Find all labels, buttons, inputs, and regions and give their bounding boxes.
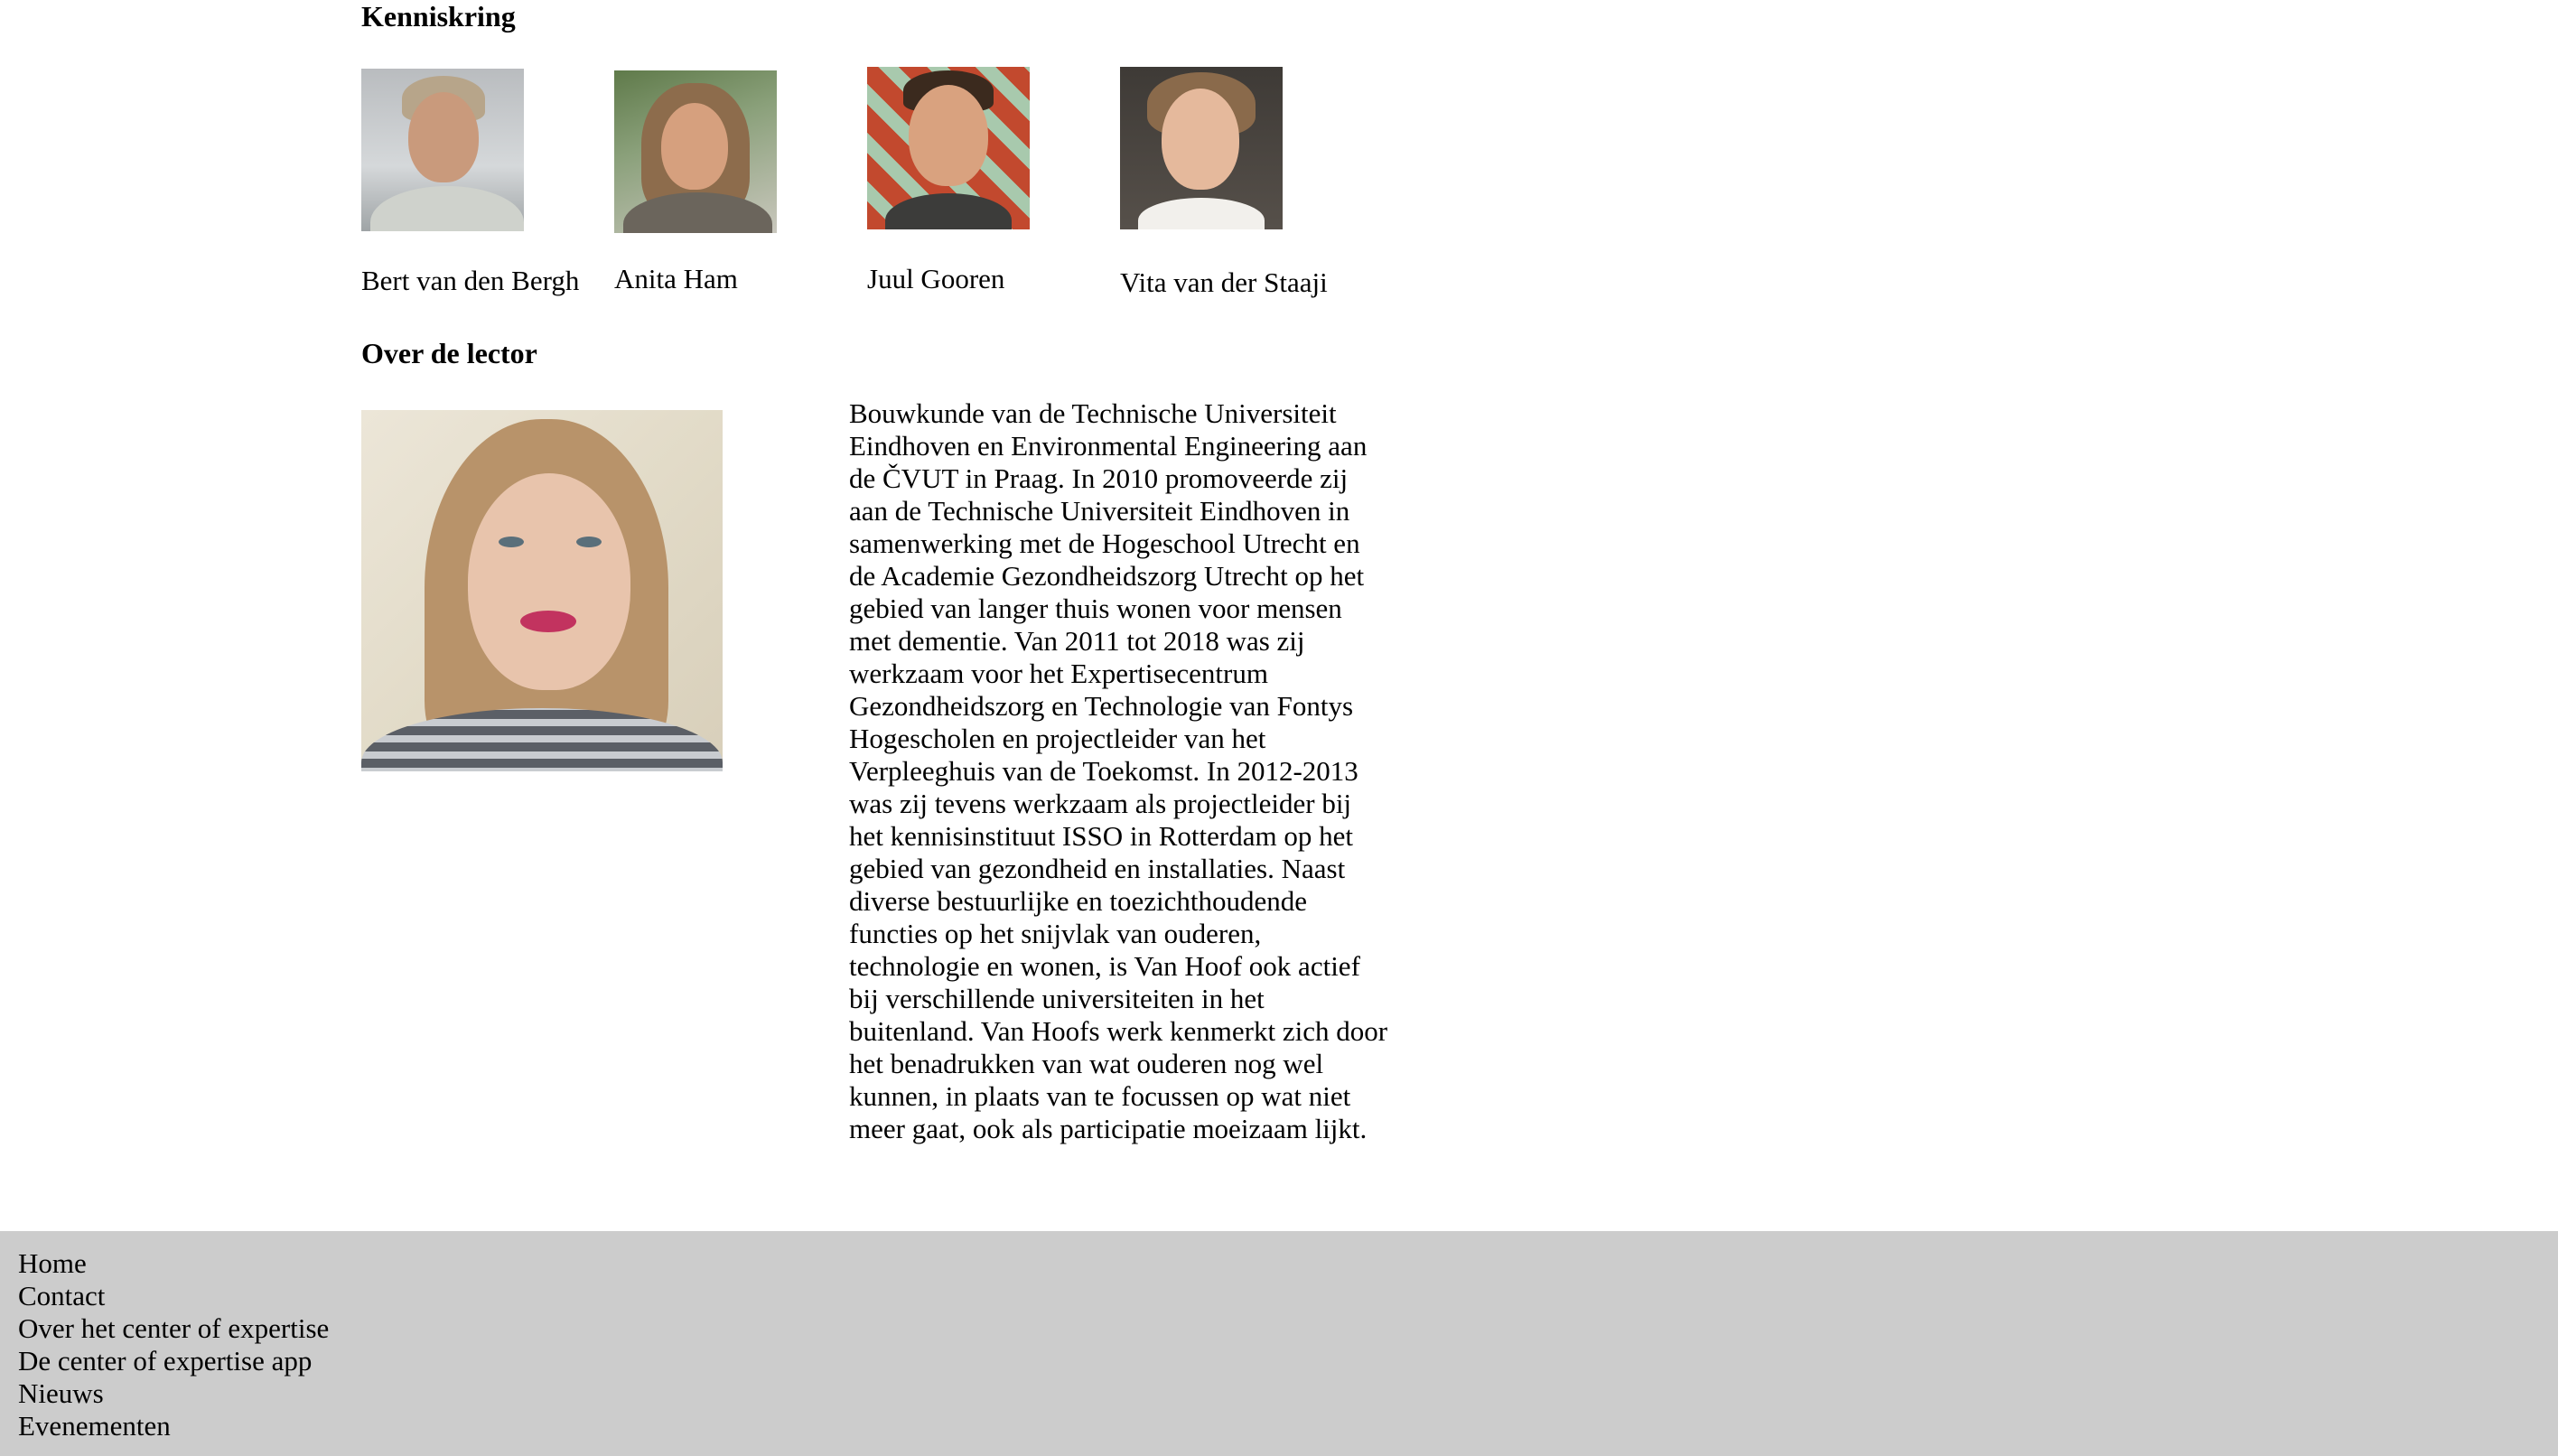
member-name: Anita Ham bbox=[614, 263, 738, 294]
member-card: Anita Ham bbox=[614, 70, 777, 294]
lector-photo bbox=[361, 410, 723, 771]
member-photo bbox=[614, 70, 777, 233]
member-card: Bert van den Bergh bbox=[361, 69, 579, 296]
member-photo bbox=[867, 67, 1030, 229]
member-name: Juul Gooren bbox=[867, 263, 1005, 294]
footer-link-over[interactable]: Over het center of expertise bbox=[18, 1312, 2558, 1345]
footer-link-home[interactable]: Home bbox=[18, 1247, 2558, 1280]
footer-link-evenementen[interactable]: Evenementen bbox=[18, 1410, 2558, 1442]
page: Kenniskring Bert van den Bergh Anita Ham… bbox=[0, 0, 2558, 1456]
lector-bio: Bouwkunde van de Technische Universiteit… bbox=[849, 397, 1388, 1144]
footer: Home Contact Over het center of expertis… bbox=[0, 1231, 2558, 1456]
member-photo bbox=[1120, 67, 1283, 229]
member-name: Vita van der Staaji bbox=[1120, 266, 1328, 298]
footer-link-app[interactable]: De center of expertise app bbox=[18, 1345, 2558, 1377]
kenniskring-heading: Kenniskring bbox=[361, 0, 516, 33]
member-name: Bert van den Bergh bbox=[361, 265, 580, 296]
member-card: Vita van der Staaji bbox=[1120, 67, 1328, 298]
footer-link-nieuws[interactable]: Nieuws bbox=[18, 1377, 2558, 1410]
footer-nav: Home Contact Over het center of expertis… bbox=[0, 1231, 2558, 1442]
lector-heading: Over de lector bbox=[361, 337, 537, 369]
footer-link-contact[interactable]: Contact bbox=[18, 1280, 2558, 1312]
member-card: Juul Gooren bbox=[867, 67, 1030, 294]
member-photo bbox=[361, 69, 524, 231]
